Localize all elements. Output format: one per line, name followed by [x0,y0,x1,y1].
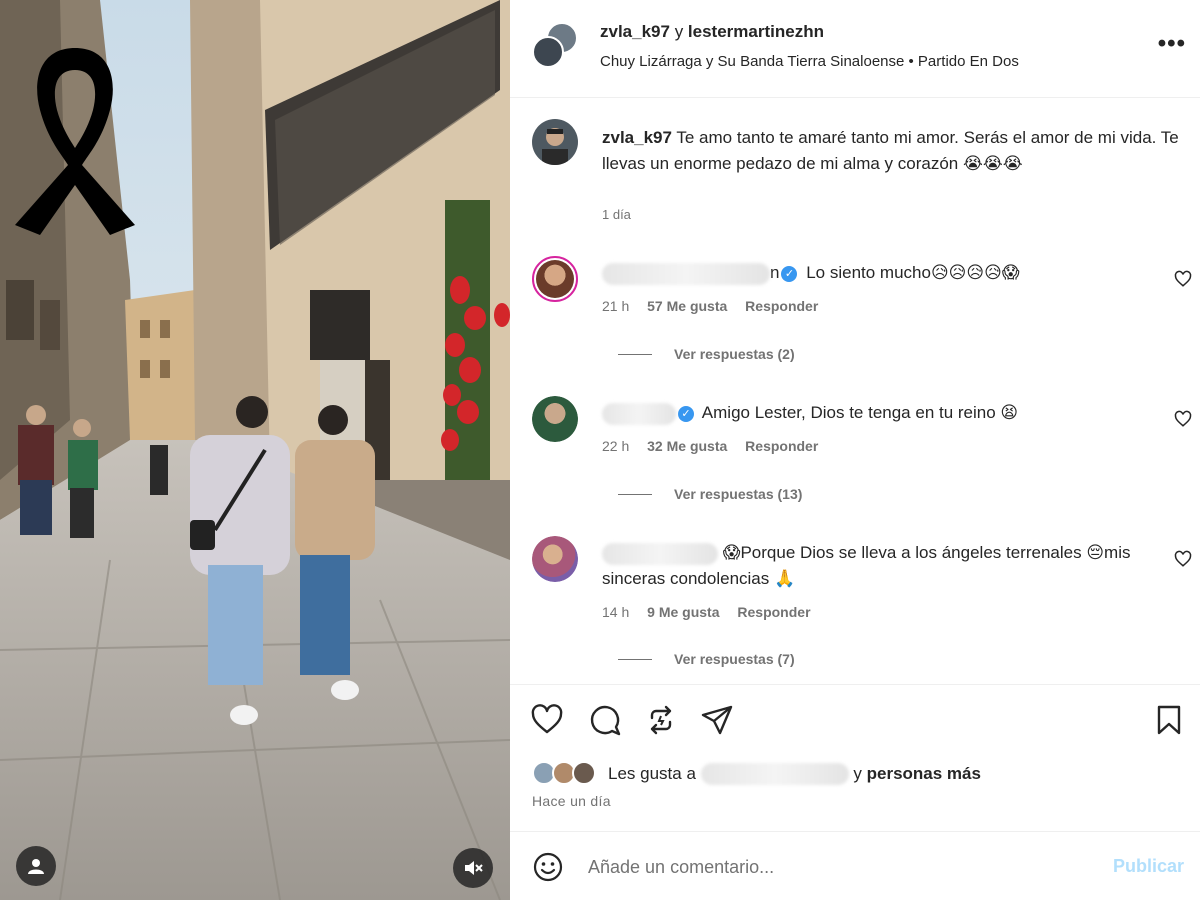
blurred-username[interactable] [602,542,718,565]
comment-likes[interactable]: 32 Me gusta [647,438,727,454]
like-heart-icon[interactable] [530,703,564,737]
more-options-button[interactable]: ••• [1158,30,1186,58]
repost-icon[interactable] [644,703,678,737]
view-replies-label: Ver respuestas (7) [674,651,795,667]
reply-button[interactable]: Responder [737,604,810,620]
likes-others-link[interactable]: personas más [867,764,981,784]
verified-badge-icon: ✓ [678,405,694,422]
liker-avatars[interactable] [532,761,604,787]
caption-timestamp[interactable]: 1 día [602,207,631,222]
comment-time[interactable]: 21 h [602,298,629,314]
comment-time[interactable]: 14 h [602,604,629,620]
avatar[interactable] [532,36,564,68]
view-replies-button[interactable]: Ver respuestas (7) [618,651,795,667]
view-replies-button[interactable]: Ver respuestas (13) [618,486,802,502]
divider [618,658,652,660]
like-comment-heart-icon[interactable] [1174,410,1192,428]
authors-joiner: y [674,22,684,41]
comments-section[interactable]: zvla_k97 Te amo tanto te amaré tanto mi … [510,99,1200,683]
speaker-muted-icon [465,861,483,875]
post-timestamp[interactable]: Hace un día [532,793,611,809]
comment-likes[interactable]: 9 Me gusta [647,604,719,620]
comment-bubble-icon[interactable] [588,703,622,737]
comment-likes[interactable]: 57 Me gusta [647,298,727,314]
comment-text: ✓ Amigo Lester, Dios te tenga en tu rein… [602,400,1162,426]
likes-joiner: y [853,764,862,783]
caption-text: zvla_k97 Te amo tanto te amaré tanto mi … [602,125,1192,177]
post-media[interactable] [0,0,510,900]
post-actions: Les gusta a y personas más Hace un día [510,684,1200,830]
comment-time[interactable]: 22 h [602,438,629,454]
divider [618,353,652,355]
view-replies-label: Ver respuestas (13) [674,486,803,502]
comment-body: Lo siento mucho😥😥😥😥😱 [806,263,1020,282]
publish-button[interactable]: Publicar [1113,856,1184,877]
user-icon [28,859,44,874]
view-replies-label: Ver respuestas (2) [674,346,795,362]
save-bookmark-icon[interactable] [1152,703,1186,737]
comment-text: 😱Porque Dios se lleva a los ángeles terr… [602,540,1162,592]
add-comment-bar: Publicar [510,831,1200,900]
comment-meta: 22 h 32 Me gusta Responder [602,438,832,454]
like-comment-heart-icon[interactable] [1174,270,1192,288]
reply-button[interactable]: Responder [745,298,818,314]
avatar[interactable] [532,396,578,442]
comment-body: Amigo Lester, Dios te tenga en tu reino … [701,403,1019,422]
username-suffix[interactable]: n [770,263,779,282]
comment-input[interactable] [588,852,1088,882]
share-send-icon[interactable] [700,703,734,737]
audio-track-link[interactable]: Chuy Lizárraga y Su Banda Tierra Sinaloe… [600,53,1019,70]
author-username-1[interactable]: zvla_k97 [600,22,670,41]
likes-prefix: Les gusta a [608,764,696,783]
author-username-2[interactable]: lestermartinezhn [688,22,824,41]
comment-meta: 21 h 57 Me gusta Responder [602,298,832,314]
avatar[interactable] [532,256,578,302]
reply-button[interactable]: Responder [745,438,818,454]
blurred-username[interactable] [602,402,676,425]
avatar[interactable] [532,536,578,582]
post-details-panel: zvla_k97 y lestermartinezhn Chuy Lizárra… [510,0,1200,900]
blurred-username[interactable] [700,763,849,785]
view-replies-button[interactable]: Ver respuestas (2) [618,346,795,362]
emoji-picker-icon[interactable] [532,851,564,883]
mute-toggle-button[interactable] [453,848,493,888]
divider [618,493,652,495]
comment-text: n ✓ Lo siento mucho😥😥😥😥😱 [602,260,1162,286]
caption-body: Te amo tanto te amaré tanto mi amor. Ser… [602,128,1179,173]
tagged-users-button[interactable] [16,846,56,886]
verified-badge-icon: ✓ [781,265,798,282]
comment-meta: 14 h 9 Me gusta Responder [602,604,825,620]
collab-avatars[interactable] [532,22,582,72]
caption-username[interactable]: zvla_k97 [602,128,672,147]
post-authors: zvla_k97 y lestermartinezhn [600,22,824,42]
blurred-username[interactable] [602,262,770,285]
mourning-ribbon-icon [15,48,135,235]
avatar[interactable] [572,761,596,785]
post-header: zvla_k97 y lestermartinezhn Chuy Lizárra… [510,0,1200,98]
avatar[interactable] [532,119,578,165]
like-comment-heart-icon[interactable] [1174,550,1192,568]
likes-summary: Les gusta a y personas más [532,761,981,787]
